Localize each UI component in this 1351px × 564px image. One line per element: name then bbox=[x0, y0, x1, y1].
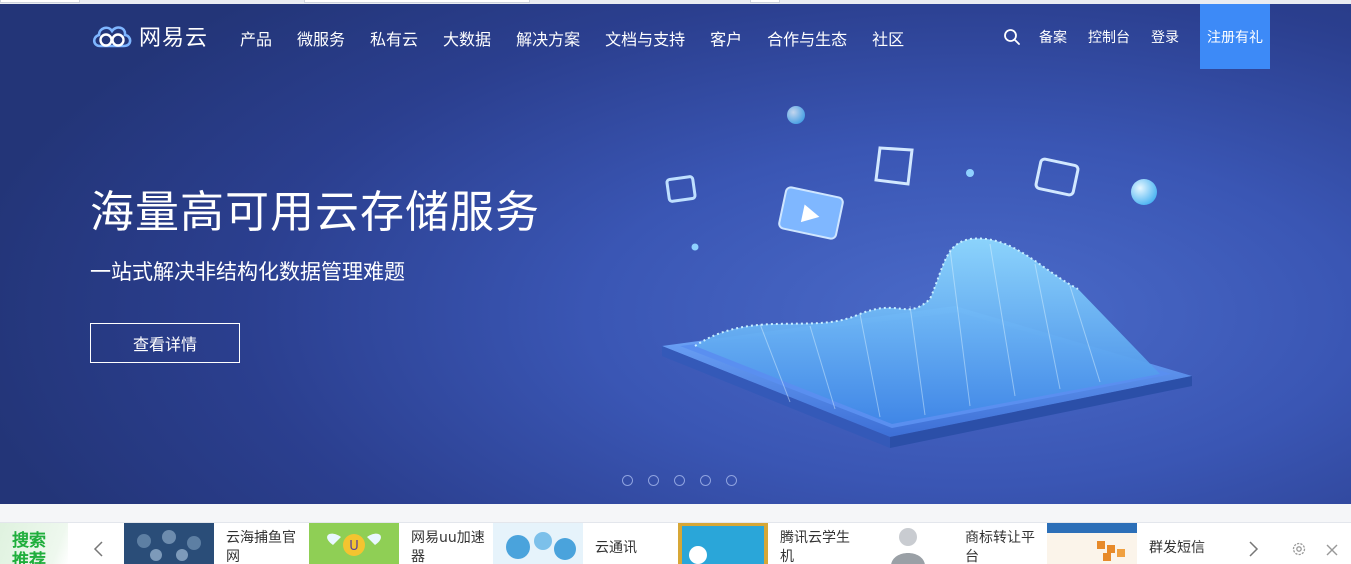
recommend-thumbnail bbox=[124, 523, 214, 564]
recommend-item[interactable]: 群发短信 bbox=[1047, 523, 1227, 564]
carousel-dot[interactable] bbox=[726, 475, 737, 486]
logo-text: 网易云 bbox=[139, 26, 209, 51]
browser-tab[interactable] bbox=[304, 0, 530, 3]
recommend-thumbnail bbox=[1047, 523, 1137, 564]
folder-icon bbox=[874, 146, 914, 186]
recommendation-bar: 搜索推荐 云海捕鱼官网 U 网易uu加速器 云通讯 腾讯云学生机 商标转让平台 … bbox=[0, 504, 1351, 564]
carousel-dot[interactable] bbox=[622, 475, 633, 486]
search-recommend-label: 搜索推荐 bbox=[0, 523, 68, 564]
hero-title: 海量高可用云存储服务 bbox=[90, 187, 540, 238]
image-file-icon bbox=[1034, 157, 1080, 197]
recommend-item-text: 商标转让平台 bbox=[965, 530, 1035, 564]
svg-text:U: U bbox=[349, 539, 359, 554]
chevron-left-icon[interactable] bbox=[92, 540, 106, 558]
top-navigation: 网易云 产品 微服务 私有云 大数据 解决方案 文档与支持 客户 合作与生态 社… bbox=[0, 4, 1351, 70]
recommend-item[interactable]: 商标转让平台 bbox=[863, 523, 1043, 564]
recommend-item[interactable]: 腾讯云学生机 bbox=[678, 523, 858, 564]
menu-item-microservices[interactable]: 微服务 bbox=[297, 26, 345, 50]
recommend-item-text: 云通讯 bbox=[595, 540, 637, 556]
hero-banner: 网易云 产品 微服务 私有云 大数据 解决方案 文档与支持 客户 合作与生态 社… bbox=[0, 4, 1351, 504]
carousel-indicators bbox=[622, 475, 752, 486]
bubble bbox=[691, 243, 699, 251]
main-menu: 产品 微服务 私有云 大数据 解决方案 文档与支持 客户 合作与生态 社区 bbox=[240, 26, 929, 50]
recommend-item[interactable]: U 网易uu加速器 bbox=[309, 523, 489, 564]
menu-item-big-data[interactable]: 大数据 bbox=[443, 26, 491, 50]
nav-right: 备案 控制台 登录 注册有礼 bbox=[1003, 4, 1270, 69]
carousel-dot[interactable] bbox=[648, 475, 659, 486]
cloud-logo-icon bbox=[92, 26, 132, 48]
recommend-thumbnail bbox=[863, 523, 953, 564]
register-button[interactable]: 注册有礼 bbox=[1200, 4, 1270, 69]
recommend-thumbnail bbox=[678, 523, 768, 564]
recommendation-strip: 搜索推荐 云海捕鱼官网 U 网易uu加速器 云通讯 腾讯云学生机 商标转让平台 … bbox=[0, 522, 1351, 564]
filing-link[interactable]: 备案 bbox=[1039, 27, 1067, 47]
recommend-thumbnail bbox=[493, 523, 583, 564]
recommend-thumbnail: U bbox=[309, 523, 399, 564]
bubble bbox=[966, 169, 974, 177]
gear-icon[interactable] bbox=[1291, 541, 1307, 557]
recommend-item[interactable]: 云通讯 bbox=[493, 523, 673, 564]
menu-item-products[interactable]: 产品 bbox=[240, 26, 272, 50]
floppy-disk-icon bbox=[665, 175, 697, 203]
recommend-item-text: 云海捕鱼官网 bbox=[226, 530, 296, 564]
menu-item-customers[interactable]: 客户 bbox=[710, 26, 742, 50]
bubble bbox=[787, 106, 805, 124]
recommend-item[interactable]: 云海捕鱼官网 bbox=[124, 523, 304, 564]
menu-item-partners[interactable]: 合作与生态 bbox=[767, 26, 847, 50]
login-link[interactable]: 登录 bbox=[1151, 27, 1179, 47]
carousel-dot-active[interactable] bbox=[700, 475, 711, 486]
console-link[interactable]: 控制台 bbox=[1088, 27, 1130, 47]
recommend-item-text: 腾讯云学生机 bbox=[780, 530, 850, 564]
bubble bbox=[1131, 179, 1157, 205]
storage-illustration bbox=[662, 106, 1192, 448]
search-icon[interactable] bbox=[1003, 28, 1021, 46]
browser-tab[interactable] bbox=[0, 0, 80, 3]
close-icon[interactable] bbox=[1326, 544, 1338, 556]
recommend-item-text: 网易uu加速器 bbox=[411, 530, 485, 564]
hero-subtitle: 一站式解决非结构化数据管理难题 bbox=[90, 260, 405, 284]
menu-item-docs-support[interactable]: 文档与支持 bbox=[605, 26, 685, 50]
chevron-right-icon[interactable] bbox=[1246, 540, 1260, 558]
view-details-button[interactable]: 查看详情 bbox=[90, 323, 240, 363]
recommend-item-text: 群发短信 bbox=[1149, 540, 1205, 556]
logo[interactable]: 网易云 bbox=[90, 20, 208, 52]
menu-item-community[interactable]: 社区 bbox=[872, 26, 904, 50]
browser-tab[interactable] bbox=[750, 0, 780, 3]
menu-item-solutions[interactable]: 解决方案 bbox=[516, 26, 580, 50]
carousel-dot[interactable] bbox=[674, 475, 685, 486]
menu-item-private-cloud[interactable]: 私有云 bbox=[370, 26, 418, 50]
